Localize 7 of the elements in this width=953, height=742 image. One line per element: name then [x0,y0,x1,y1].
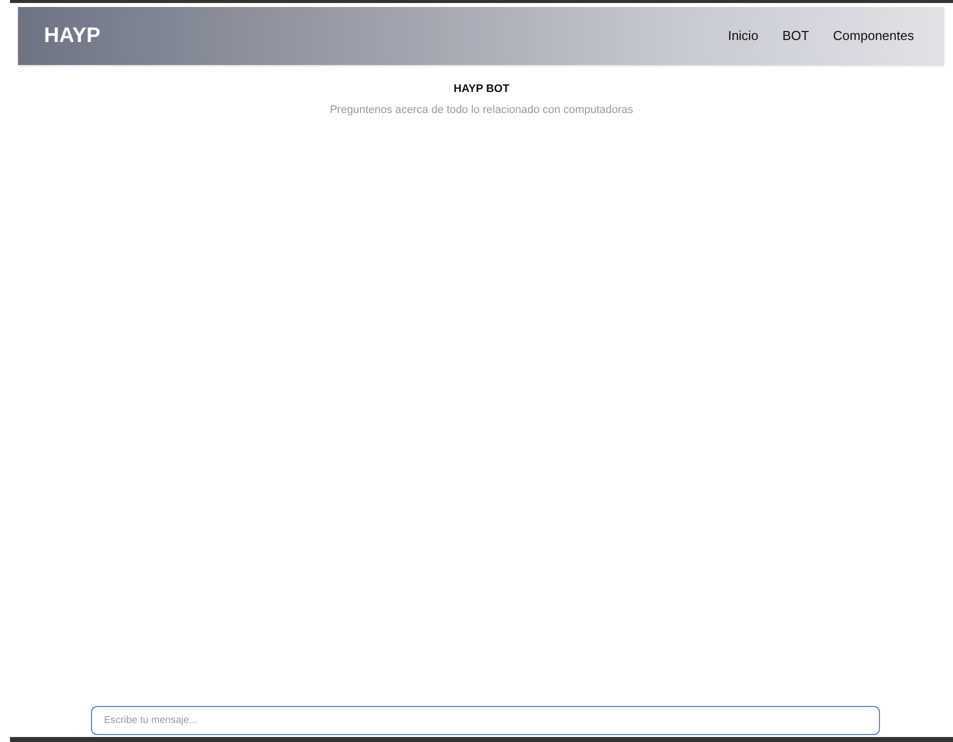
nav-link[interactable]: BOT [782,26,810,46]
nav-link[interactable]: Inicio [728,26,758,46]
nav-link[interactable]: Componentes [833,26,914,46]
brand-link[interactable]: HAYP [44,20,100,52]
message-input[interactable]: Escribe tu mensaje... [91,706,880,735]
page-subtitle: Preguntenos acerca de todo lo relacionado con computadoras [328,102,634,118]
page-title: HAYP BOT [452,82,510,97]
